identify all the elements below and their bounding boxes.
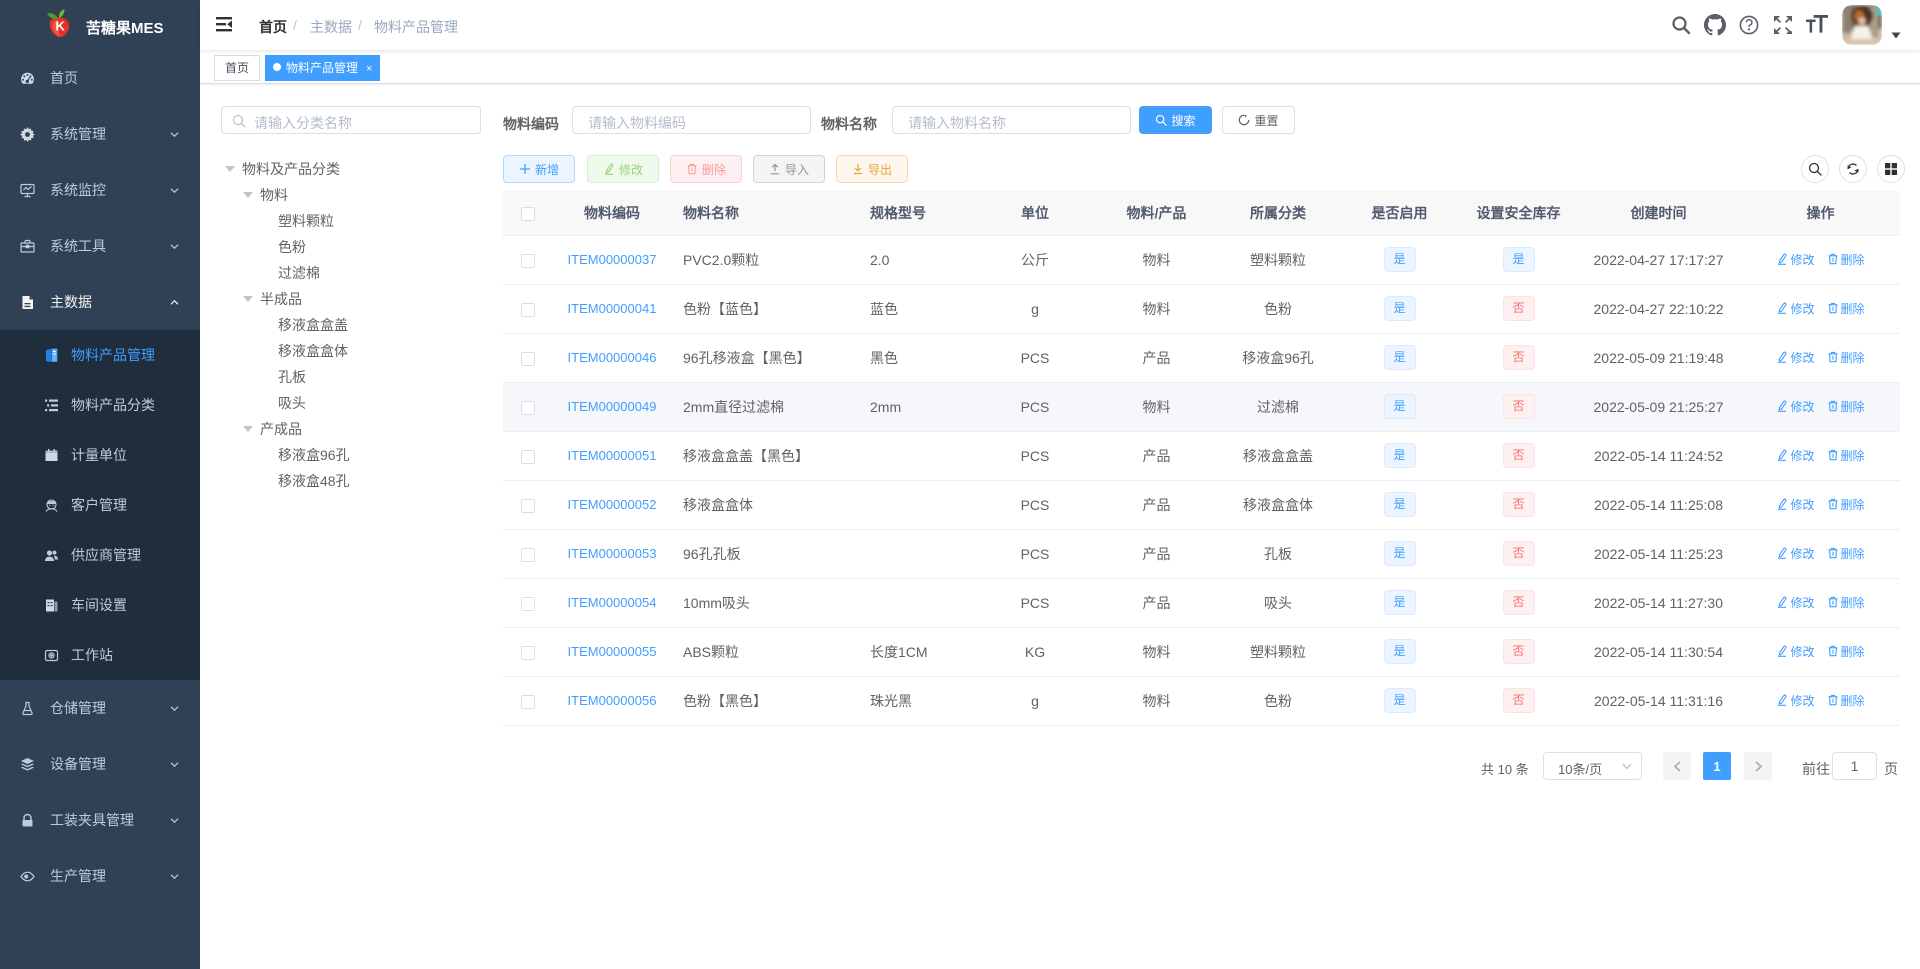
svg-text:K: K [56,19,66,34]
